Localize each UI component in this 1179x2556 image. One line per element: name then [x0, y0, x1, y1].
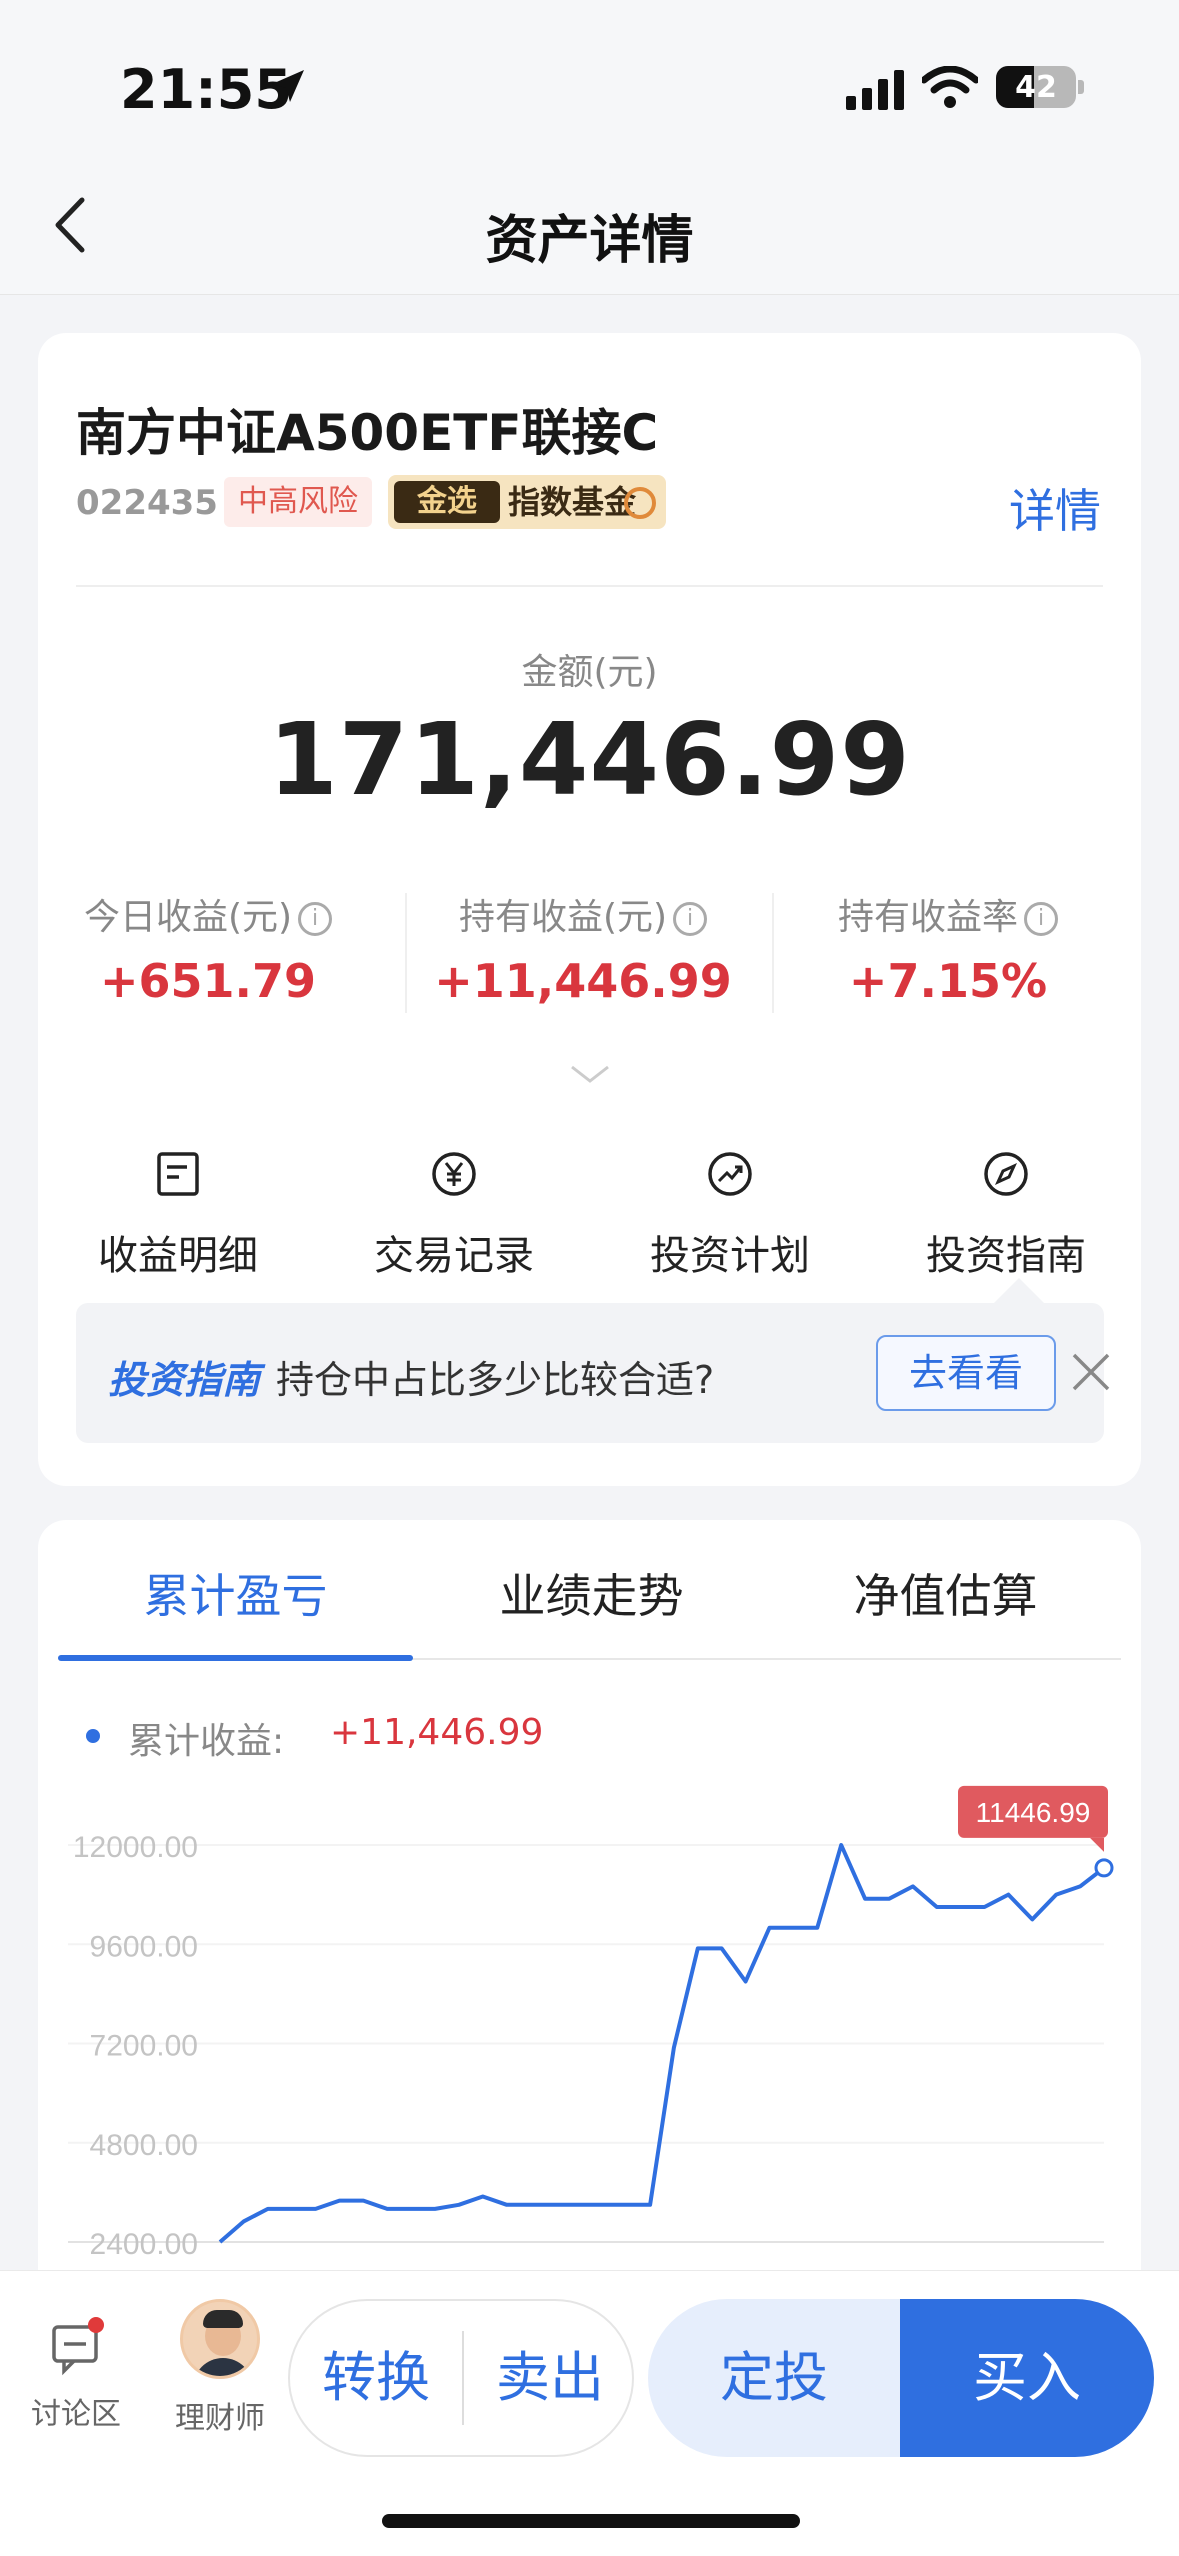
stat-holding-rate: 持有收益率 i +7.15%: [778, 888, 1118, 1008]
quick-action-label: 投资指南: [926, 1233, 1086, 1279]
stat-today-profit: 今日收益(元) i +651.79: [38, 888, 378, 1008]
stat-value: +7.15%: [848, 954, 1048, 1008]
quick-action-invest-plan[interactable]: 投资计划: [610, 1151, 850, 1281]
compass-icon: [984, 1152, 1028, 1196]
stat-label: 持有收益(元): [458, 897, 668, 938]
dca-buy-group: 定投 买入: [648, 2299, 1154, 2457]
convert-button[interactable]: 转换: [290, 2301, 462, 2455]
last-value-tooltip: 11446.99: [958, 1785, 1108, 1852]
quick-action-label: 交易记录: [374, 1233, 534, 1279]
info-icon[interactable]: i: [673, 902, 708, 936]
holding-card: 南方中证A500ETF联接C 022435 中高风险 金选 指数基金 详情 金额…: [38, 333, 1141, 1486]
risk-badge: 中高风险: [224, 477, 372, 527]
chat-icon: [52, 2317, 104, 2376]
yen-icon: [432, 1152, 476, 1196]
stat-label: 今日收益(元): [83, 897, 293, 938]
gold-select-badge: 金选 指数基金: [388, 475, 666, 529]
divider: [772, 893, 774, 1013]
battery-tip: [1078, 80, 1084, 94]
guide-pointer: [993, 1278, 1045, 1304]
guide-banner[interactable]: 投资指南 持仓中占比多少比较合适? 去看看: [76, 1303, 1110, 1443]
y-tick-label: 12000.00: [73, 1831, 198, 1864]
guide-view-button[interactable]: 去看看: [876, 1335, 1056, 1411]
target-icon: [624, 487, 656, 519]
amount-label: 金额(元): [521, 652, 658, 693]
profit-line-chart[interactable]: 12000.00 9600.00 7200.00 4800.00 2400.00 1144…: [38, 1520, 1141, 2320]
wifi-icon: [922, 66, 978, 108]
avatar: [180, 2299, 260, 2379]
signal-icon: [846, 70, 904, 110]
buy-button[interactable]: 买入: [900, 2299, 1154, 2457]
stat-label: 持有收益率: [837, 897, 1018, 938]
stat-value: +11,446.99: [434, 954, 732, 1008]
chart-card: 累计盈亏 业绩走势 净值估算 累计收益: +11,446.99 12000.00…: [38, 1520, 1141, 2320]
fund-code: 022435: [76, 483, 218, 523]
sell-button[interactable]: 卖出: [464, 2301, 636, 2455]
quick-action-label: 收益明细: [98, 1233, 258, 1279]
divider: [76, 585, 1103, 587]
quick-action-invest-guide[interactable]: 投资指南: [886, 1151, 1126, 1281]
stat-holding-profit: 持有收益(元) i +11,446.99: [413, 888, 753, 1008]
convert-sell-group: 转换 卖出: [288, 2299, 634, 2457]
info-icon[interactable]: i: [1024, 902, 1058, 936]
quick-action-label: 投资计划: [650, 1233, 810, 1279]
status-bar: 21:55 42: [0, 0, 1179, 160]
stat-value: +651.79: [99, 954, 317, 1008]
guide-text: 持仓中占比多少比较合适?: [276, 1358, 715, 1402]
discuss-label: 讨论区: [31, 2397, 121, 2432]
guide-brand: 投资指南: [108, 1358, 261, 1402]
y-tick-label: 4800.00: [90, 2129, 198, 2162]
discuss-button[interactable]: 讨论区: [24, 2317, 128, 2433]
last-point-marker: [1094, 1858, 1114, 1878]
location-arrow-icon: [272, 70, 304, 102]
divider: [405, 893, 407, 1013]
last-value-label: 11446.99: [976, 1797, 1091, 1828]
y-tick-label: 9600.00: [90, 1930, 198, 1963]
dca-button[interactable]: 定投: [648, 2299, 900, 2457]
info-icon[interactable]: i: [298, 902, 333, 936]
close-icon[interactable]: [1066, 1347, 1116, 1397]
advisor-button[interactable]: 理财师: [160, 2299, 280, 2437]
trend-icon: [708, 1152, 752, 1196]
fund-name: 南方中证A500ETF联接C: [76, 404, 659, 462]
quick-action-profit-detail[interactable]: 收益明细: [58, 1151, 298, 1281]
chevron-down-icon[interactable]: [568, 1063, 612, 1087]
battery-icon: 42: [996, 66, 1076, 108]
home-indicator: [382, 2514, 800, 2528]
y-tick-label: 2400.00: [90, 2228, 198, 2261]
nav-bar: 资产详情: [0, 160, 1179, 295]
status-time: 21:55: [120, 58, 292, 121]
battery-level: 42: [1015, 70, 1057, 105]
quick-action-trade-records[interactable]: 交易记录: [334, 1151, 574, 1281]
page-title: 资产详情: [485, 211, 694, 271]
gold-select-label: 金选: [394, 481, 500, 523]
y-tick-label: 7200.00: [90, 2030, 198, 2063]
index-fund-label: 指数基金: [508, 483, 637, 521]
amount-value: 171,446.99: [268, 701, 911, 818]
advisor-label: 理财师: [175, 2401, 265, 2436]
fund-detail-link[interactable]: 详情: [1009, 475, 1101, 541]
document-icon: [157, 1152, 199, 1196]
